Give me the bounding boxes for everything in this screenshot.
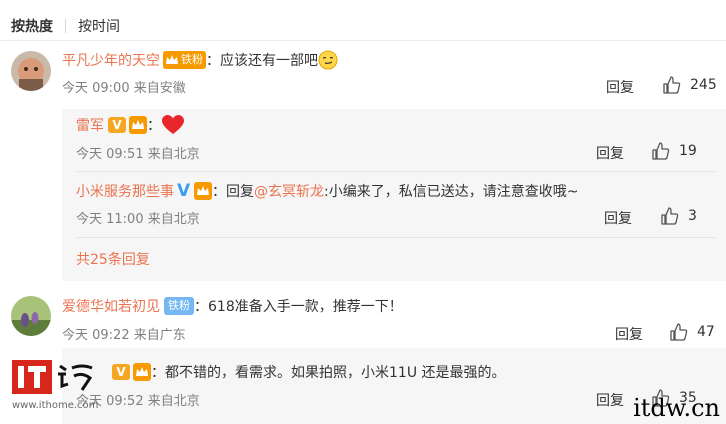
ithome-watermark-logo xyxy=(12,360,93,394)
reply-text: ：都不错的，看需求。如果拍照，小米11U 还是最强的。 xyxy=(151,365,506,381)
reply-meta: 今天 11:00 来自北京 xyxy=(76,208,200,227)
more-replies-link[interactable]: 共25条回复 xyxy=(76,249,150,269)
reply-button[interactable]: 回复 xyxy=(596,143,624,163)
like-button[interactable]: 19 xyxy=(651,141,697,161)
reply-username[interactable]: 小米服务那些事 xyxy=(76,181,174,201)
fan-badge[interactable]: 铁粉 xyxy=(164,297,194,315)
comment-location: 来自广东 xyxy=(133,328,186,343)
comment-time: 今天 09:00 xyxy=(62,81,130,96)
reply-location: 来自北京 xyxy=(147,212,200,227)
thumbs-up-icon xyxy=(670,323,688,341)
crown-icon xyxy=(194,182,212,200)
reply-text: :小编来了，私信已送达，请注意查收哦~ xyxy=(324,184,579,200)
site-watermark: itdw.cn xyxy=(633,394,720,422)
heart-emoji-icon xyxy=(162,115,184,134)
reply-header: V ：都不错的，看需求。如果拍照，小米11U 还是最强的。 xyxy=(108,362,506,382)
reply-location: 来自北京 xyxy=(147,147,200,162)
replies-panel xyxy=(62,348,726,424)
tab-sort-time[interactable]: 按时间 xyxy=(78,16,120,36)
reply-time: 今天 09:51 xyxy=(76,147,144,162)
crown-icon xyxy=(163,51,181,69)
comment-username[interactable]: 爱德华如若初见 xyxy=(62,296,160,316)
smirk-emoji-icon xyxy=(318,50,338,70)
avatar[interactable] xyxy=(11,296,51,336)
comment-text: ：应该还有一部吧 xyxy=(206,53,318,69)
like-button[interactable]: 245 xyxy=(662,75,717,95)
thumbs-up-icon xyxy=(663,76,681,94)
mention-link[interactable]: @玄冥斩龙 xyxy=(254,181,324,201)
reply-button[interactable]: 回复 xyxy=(596,390,624,410)
comment-meta: 今天 09:00 来自安徽 xyxy=(62,77,186,96)
thumbs-up-icon xyxy=(652,142,670,160)
fan-badge-label: 铁粉 xyxy=(181,53,203,66)
like-count: 47 xyxy=(697,324,715,340)
reply-location: 来自北京 xyxy=(147,394,200,409)
reply-button[interactable]: 回复 xyxy=(604,208,632,228)
comment-header: 平凡少年的天空 铁粉 ：应该还有一部吧 xyxy=(62,50,338,70)
tab-sort-hot[interactable]: 按热度 xyxy=(11,16,53,36)
comment-time: 今天 09:22 xyxy=(62,328,130,343)
verified-badge: V xyxy=(112,364,130,380)
divider xyxy=(76,237,716,238)
like-count: 19 xyxy=(679,143,697,159)
crown-icon xyxy=(133,363,151,381)
watermark-url: www.ithome.com xyxy=(12,400,99,411)
reply-button[interactable]: 回复 xyxy=(615,324,643,344)
reply-button[interactable]: 回复 xyxy=(606,77,634,97)
like-count: 245 xyxy=(690,77,717,93)
reply-meta: 今天 09:51 来自北京 xyxy=(76,143,200,162)
like-count: 3 xyxy=(688,208,697,224)
reply-text: ： xyxy=(147,118,161,134)
reply-header: 雷军 V ： xyxy=(76,115,185,135)
reply-time: 今天 11:00 xyxy=(76,212,144,227)
comment-text: ：618准备入手一款，推荐一下！ xyxy=(194,299,403,315)
crown-icon xyxy=(129,116,147,134)
tab-separator xyxy=(65,19,66,33)
verified-badge: V xyxy=(108,117,126,133)
comment-username[interactable]: 平凡少年的天空 xyxy=(62,50,160,70)
like-button[interactable]: 3 xyxy=(660,206,697,226)
thumbs-up-icon xyxy=(661,207,679,225)
reply-header: 小米服务那些事 V ：回复 @玄冥斩龙 :小编来了，私信已送达，请注意查收哦~ xyxy=(76,181,578,201)
comment-meta: 今天 09:22 来自广东 xyxy=(62,324,186,343)
sort-tabs: 按热度 按时间 xyxy=(11,14,120,38)
comment-location: 来自安徽 xyxy=(133,81,186,96)
verified-badge: V xyxy=(177,181,191,201)
like-button[interactable]: 47 xyxy=(669,322,715,342)
reply-username[interactable]: 雷军 xyxy=(76,115,104,135)
reply-prefix: ：回复 xyxy=(212,184,254,200)
divider xyxy=(76,171,716,172)
divider xyxy=(0,40,726,41)
comment-header: 爱德华如若初见 铁粉 ：618准备入手一款，推荐一下！ xyxy=(62,296,403,316)
fan-badge[interactable]: 铁粉 xyxy=(163,51,206,69)
avatar[interactable] xyxy=(11,51,51,91)
